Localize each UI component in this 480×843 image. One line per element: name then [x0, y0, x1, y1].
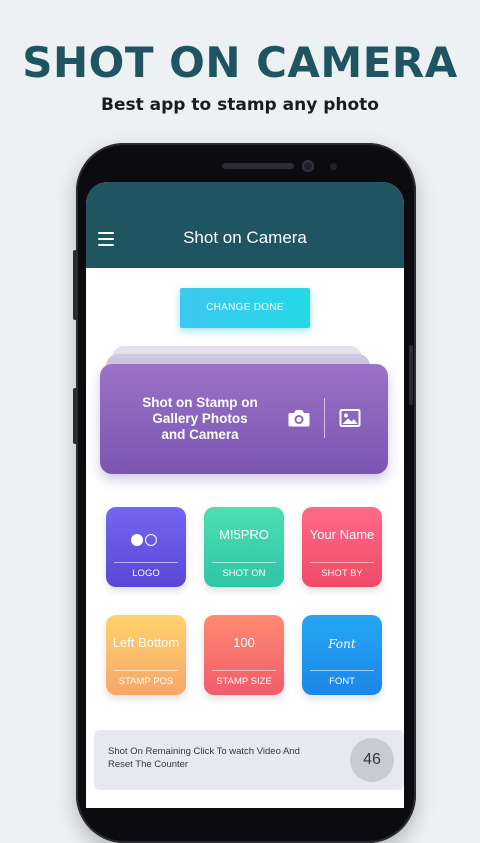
stamp-banner-card[interactable]: Shot on Stamp on Gallery Photos and Came… — [100, 364, 388, 474]
phone-front-camera — [302, 160, 314, 172]
tile-value: Font — [328, 637, 356, 651]
tile-value: Left Bottom — [112, 635, 180, 650]
banner-divider — [324, 398, 325, 438]
tile-label: SHOT ON — [222, 568, 266, 579]
logo-tile[interactable]: LOGO — [106, 507, 186, 587]
stamp-size-tile[interactable]: 100 STAMP SIZE — [204, 615, 284, 695]
stamp-pos-tile[interactable]: Left Bottom STAMP POS — [106, 615, 186, 695]
tile-label: FONT — [329, 676, 355, 687]
tile-label: STAMP POS — [118, 676, 174, 687]
font-tile[interactable]: Font FONT — [302, 615, 382, 695]
shot-on-tile[interactable]: MI5PRO SHOT ON — [204, 507, 284, 587]
hero-title: SHOT ON CAMERA — [22, 38, 458, 87]
phone-speaker — [222, 163, 294, 169]
counter-badge: 46 — [350, 738, 394, 782]
change-done-button[interactable]: CHANGE DONE — [180, 288, 310, 328]
counter-card[interactable]: Shot On Remaining Click To watch Video A… — [94, 730, 404, 790]
gallery-icon[interactable] — [339, 408, 361, 428]
tile-value: Your Name — [309, 527, 375, 542]
logo-dots-icon — [131, 531, 161, 546]
tile-value: 100 — [233, 635, 255, 650]
app-bar: Shot on Camera — [86, 182, 404, 268]
banner-text: Shot on Stamp on Gallery Photos and Came… — [142, 395, 258, 442]
phone-power-button — [409, 345, 413, 405]
tile-label: SHOT BY — [321, 568, 363, 579]
tile-value: MI5PRO — [219, 527, 269, 542]
phone-side-button — [73, 388, 77, 444]
counter-text: Shot On Remaining Click To watch Video A… — [108, 746, 300, 770]
phone-screen: Shot on Camera CHANGE DONE Shot on Stamp… — [86, 182, 404, 808]
camera-icon[interactable] — [287, 408, 311, 428]
shot-by-tile[interactable]: Your Name SHOT BY — [302, 507, 382, 587]
phone-sensor — [330, 163, 337, 170]
hero-subtitle: Best app to stamp any photo — [101, 95, 379, 115]
tile-label: LOGO — [132, 568, 160, 579]
tile-label: STAMP SIZE — [216, 676, 272, 687]
app-title: Shot on Camera — [183, 228, 307, 247]
phone-side-button — [73, 250, 77, 320]
